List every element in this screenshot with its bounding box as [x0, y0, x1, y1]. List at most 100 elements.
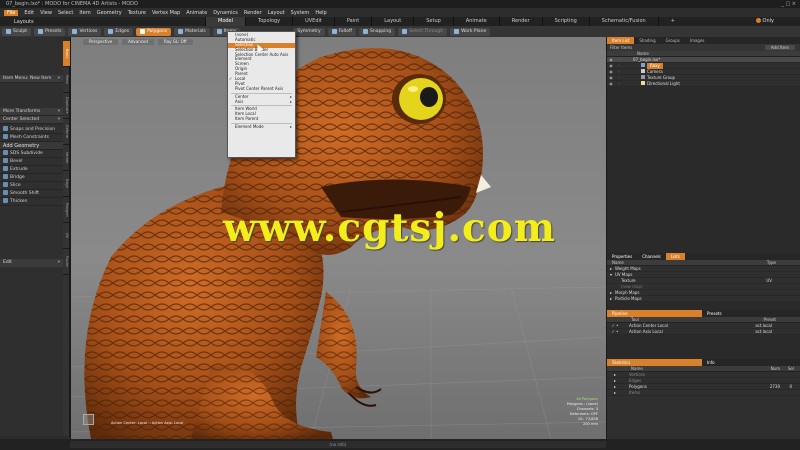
center-selected-dropdown[interactable]: Center Selected	[0, 116, 63, 124]
layouts-label[interactable]: Layouts	[0, 19, 205, 25]
polygons-button[interactable]: Polygons	[136, 27, 172, 36]
menu-help[interactable]: Help	[315, 10, 326, 16]
menu-option-item-parent[interactable]: Item Parent	[228, 116, 295, 122]
viewport-info: All Polygons Polygons : (none) Channels:…	[567, 397, 598, 427]
tab-presets[interactable]: Presets	[702, 310, 727, 317]
work-plane-button[interactable]: Work Plane	[450, 27, 491, 36]
symmetry-button[interactable]: Symmetry	[293, 27, 325, 36]
tab-images[interactable]: Images	[685, 37, 710, 44]
tab-channels[interactable]: Channels	[637, 253, 666, 260]
snaps-and-precision-button[interactable]: Snaps and Precision	[0, 126, 63, 134]
category-duplicate[interactable]: Duplicate	[63, 93, 70, 119]
category-polygon[interactable]: Polygon	[63, 197, 70, 223]
tab-groups[interactable]: Groups	[661, 37, 685, 44]
vertices-icon	[72, 29, 78, 34]
select-through-button[interactable]: Select Through	[398, 27, 448, 36]
visibility-eye-icon[interactable]: ◉	[607, 81, 615, 87]
tab-layout[interactable]: Layout	[371, 17, 413, 26]
3d-viewport[interactable]: Perspective Advanced Ray GL: Off www.cgt…	[70, 37, 606, 439]
tab-model[interactable]: Model	[205, 17, 246, 26]
smooth-shift-button[interactable]: Smooth Shift	[0, 190, 63, 198]
tab-statistics[interactable]: Statistics	[607, 359, 702, 366]
add-geometry-group[interactable]: Add Geometry	[0, 142, 63, 150]
menu-system[interactable]: System	[291, 10, 310, 16]
pipeline-check-icon[interactable]: ✓ •	[607, 329, 623, 335]
menu-layout[interactable]: Layout	[268, 10, 285, 16]
raygl-dropdown[interactable]: Ray GL: Off	[157, 38, 193, 45]
only-toggle[interactable]: Only	[755, 17, 774, 26]
menu-option-axis[interactable]: Axis	[228, 99, 295, 105]
command-info[interactable]: (no info)	[70, 441, 606, 448]
only-dot-icon	[755, 18, 761, 23]
category-fusion[interactable]: Fusion	[63, 249, 70, 275]
category-uv[interactable]: UV	[63, 223, 70, 249]
falloff-label: Falloff	[338, 28, 352, 34]
menu-item[interactable]: Item	[79, 10, 90, 16]
tab-paint[interactable]: Paint	[333, 17, 371, 26]
tab-schematic-fusion[interactable]: Schematic/Fusion	[588, 17, 658, 26]
menu-file[interactable]: File	[4, 9, 19, 16]
tab-topology[interactable]: Topology	[245, 17, 292, 26]
more-transforms-dropdown[interactable]: More Transforms	[0, 108, 63, 116]
category-basic[interactable]: Basic	[63, 41, 70, 67]
edges-button[interactable]: Edges	[104, 27, 134, 36]
tab-pipeline[interactable]: Pipeline	[607, 310, 702, 317]
falloff-button[interactable]: Falloff	[327, 27, 356, 36]
tab-render[interactable]: Render	[498, 17, 542, 26]
thicken-button[interactable]: Thicken	[0, 198, 63, 206]
item-row-directional-light[interactable]: ◉ · Directional Light	[607, 80, 800, 87]
advanced-dropdown[interactable]: Advanced	[122, 38, 154, 45]
menu-select[interactable]: Select	[58, 10, 73, 16]
extrude-button[interactable]: Extrude	[0, 166, 63, 174]
tab-scripting[interactable]: Scripting	[541, 17, 589, 26]
tab-info[interactable]: Info	[702, 359, 720, 366]
slice-button[interactable]: Slice	[0, 182, 63, 190]
menu-view[interactable]: View	[40, 10, 52, 16]
menu-texture[interactable]: Texture	[128, 10, 146, 16]
category-mesh[interactable]: Mesh	[63, 67, 70, 93]
vertices-button[interactable]: Vertices	[68, 27, 102, 36]
edit-dropdown[interactable]: Edit	[0, 259, 63, 267]
window-title: 07_begin.lxo* : MODO for CINEMA 4D Artis…	[6, 1, 138, 7]
list-item-label: Particle Maps	[615, 295, 642, 301]
tab-setup[interactable]: Setup	[413, 17, 453, 26]
sds-subdivide-button[interactable]: SDS Subdivide	[0, 150, 63, 158]
menu-vertex-map[interactable]: Vertex Map	[152, 10, 180, 16]
menu-option-pivot-center-parent-axis[interactable]: Pivot Center Parent Axis	[228, 86, 295, 92]
tab-uvedit[interactable]: UVEdit	[292, 17, 334, 26]
item-menu-dropdown[interactable]: Item Menu: New Item	[0, 75, 63, 83]
menu-edit[interactable]: Edit	[24, 10, 34, 16]
bevel-button[interactable]: Bevel	[0, 158, 63, 166]
lock-icon[interactable]: ·	[615, 81, 623, 87]
snapping-button[interactable]: Snapping	[358, 27, 396, 36]
tab-item-list[interactable]: Item List	[607, 37, 635, 44]
stats-row-items[interactable]: ▸ Items	[607, 390, 800, 396]
filter-items-dropdown[interactable]: Filter Items	[610, 45, 632, 50]
list-item-particle-maps[interactable]: ▸ Particle Maps	[607, 296, 800, 302]
add-layout-button[interactable]: +	[657, 17, 687, 26]
tab-shading[interactable]: Shading	[634, 37, 660, 44]
category-deform[interactable]: Deform	[63, 119, 70, 145]
expand-arrow-icon[interactable]: ▸	[607, 390, 623, 396]
menu-render[interactable]: Render	[244, 10, 262, 16]
tab-animate[interactable]: Animate	[452, 17, 499, 26]
mesh-constraints-button[interactable]: Mesh Constraints	[0, 134, 63, 142]
presets-button[interactable]: Presets	[34, 27, 66, 36]
bridge-button[interactable]: Bridge	[0, 174, 63, 182]
add-item-button[interactable]: Add Item	[764, 45, 795, 50]
sculpt-button[interactable]: Sculpt	[2, 27, 32, 36]
window-controls[interactable]: _ □ ×	[781, 0, 796, 8]
sds-subdivide-label: SDS Subdivide	[10, 151, 43, 156]
menu-animate[interactable]: Animate	[186, 10, 207, 16]
menu-dynamics[interactable]: Dynamics	[213, 10, 238, 16]
tab-properties[interactable]: Properties	[607, 253, 637, 260]
menu-option-element-mode[interactable]: Element Mode	[228, 124, 295, 130]
category-edge[interactable]: Edge	[63, 171, 70, 197]
pipeline-row[interactable]: ✓ • Action Axis Local act.local	[607, 329, 800, 335]
perspective-dropdown[interactable]: Perspective	[83, 38, 119, 45]
menu-geometry[interactable]: Geometry	[97, 10, 122, 16]
expand-arrow-icon[interactable]: ▸	[607, 296, 615, 302]
category-vertex[interactable]: Vertex	[63, 145, 70, 171]
tab-lists[interactable]: Lists	[665, 253, 685, 260]
materials-button[interactable]: Materials	[174, 27, 210, 36]
